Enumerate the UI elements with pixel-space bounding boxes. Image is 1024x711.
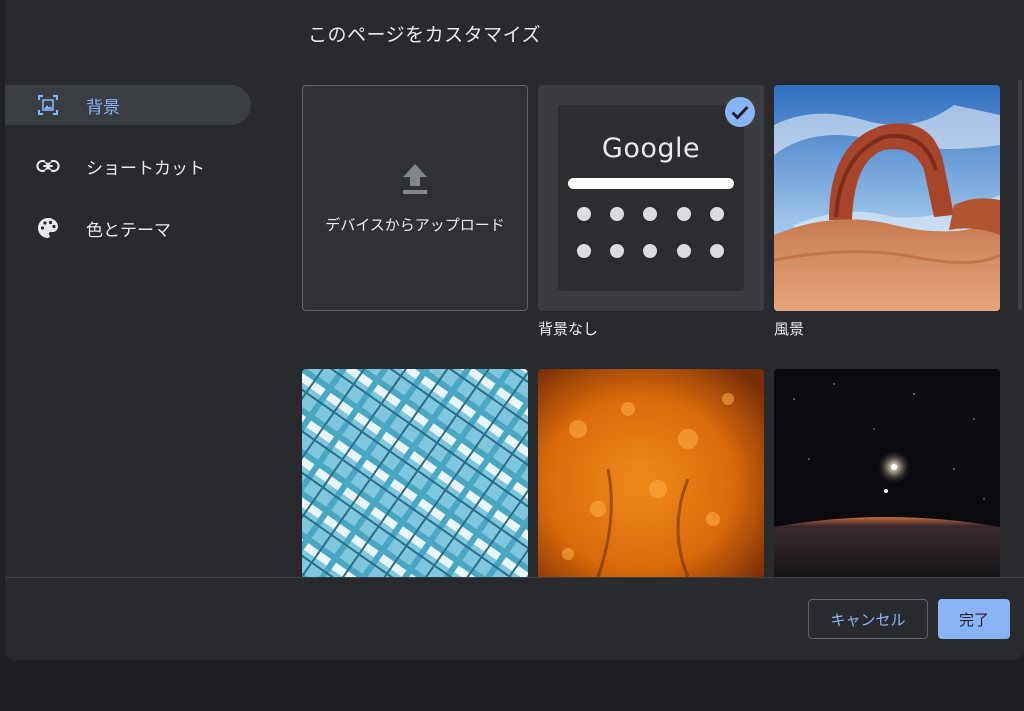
preview-card: Google <box>558 105 744 291</box>
sidebar-item-color-theme[interactable]: 色とテーマ <box>5 208 251 248</box>
no-background-tile[interactable]: Google <box>538 85 764 311</box>
footer-divider <box>5 577 1024 578</box>
space-image <box>774 369 1000 577</box>
shortcut-dots-preview <box>577 207 724 258</box>
landscape-image <box>774 85 1000 311</box>
dialog-title: このページをカスタマイズ <box>308 24 542 46</box>
no-background-label: 背景なし <box>538 320 599 338</box>
search-bar-preview <box>568 178 734 189</box>
sidebar-item-label: 背景 <box>86 97 120 118</box>
scrollbar[interactable] <box>1018 80 1022 310</box>
orange-texture-image <box>538 369 764 577</box>
sidebar-item-label: ショートカット <box>86 158 205 179</box>
cancel-button[interactable]: キャンセル <box>808 599 928 639</box>
link-icon <box>36 154 60 178</box>
done-button[interactable]: 完了 <box>938 599 1010 639</box>
selected-check-icon <box>724 96 756 132</box>
sidebar-item-shortcuts[interactable]: ショートカット <box>5 146 251 186</box>
palette-icon <box>36 216 60 240</box>
customize-dialog: このページをカスタマイズ 背景 ショートカット 色とテーマ デバイスからアップロ… <box>5 0 1024 660</box>
architecture-tile[interactable] <box>302 369 528 577</box>
upload-label: デバイスからアップロード <box>325 215 505 234</box>
sidebar-item-background[interactable]: 背景 <box>5 85 251 125</box>
architecture-image <box>302 369 528 577</box>
google-logo: Google <box>601 133 701 164</box>
upload-icon <box>400 162 430 200</box>
background-image-icon <box>36 93 60 117</box>
landscape-label: 風景 <box>774 320 805 338</box>
space-tile[interactable] <box>774 369 1000 577</box>
landscape-tile[interactable] <box>774 85 1000 311</box>
sidebar-item-label: 色とテーマ <box>86 220 171 241</box>
upload-from-device-tile[interactable]: デバイスからアップロード <box>302 85 528 311</box>
orange-texture-tile[interactable] <box>538 369 764 577</box>
